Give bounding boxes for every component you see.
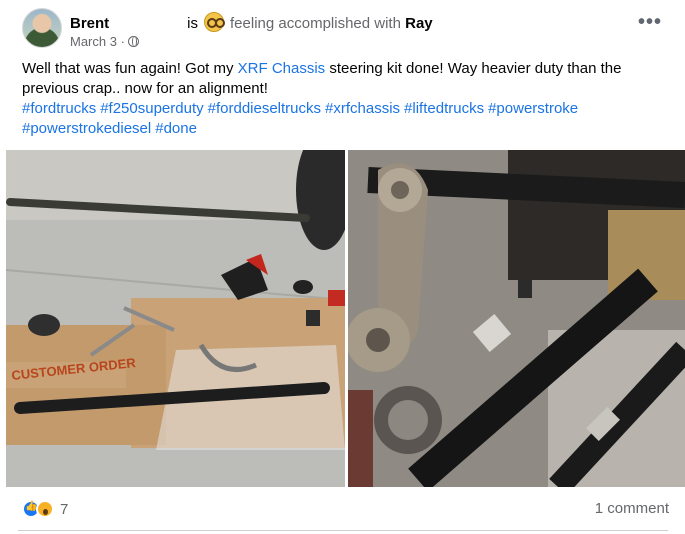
post-text-start: Well that was fun again! Got my — [22, 60, 238, 77]
reaction-summary[interactable]: 7 — [22, 500, 68, 520]
wow-reaction-icon — [36, 500, 54, 518]
redacted-surname — [115, 17, 182, 29]
globe-icon — [127, 36, 139, 47]
more-options-button[interactable]: ••• — [632, 12, 668, 40]
avatar[interactable] — [22, 8, 62, 48]
hashtag-link[interactable]: #done — [155, 120, 197, 137]
tagged-name[interactable]: Ray — [405, 15, 433, 32]
hashtag-link[interactable]: #f250superduty — [100, 100, 203, 117]
reaction-count: 7 — [60, 500, 69, 518]
hashtag-link[interactable]: #powerstroke — [488, 100, 578, 117]
post-card: Brent is feeling accomplished with Ray Mar… — [0, 0, 685, 534]
post-text: Well that was fun again! Got my XRF Chas… — [22, 59, 662, 139]
hashtag-link[interactable]: #xrfchassis — [325, 100, 400, 117]
photo-parts-on-driveway[interactable]: CUSTOMER ORDER — [6, 150, 345, 487]
hashtag-list: #fordtrucks #f250superduty #forddieseltruc… — [22, 100, 582, 137]
author-line: Brent is feeling accomplished with Ray — [70, 12, 433, 32]
hashtag-link[interactable]: #liftedtrucks — [404, 100, 484, 117]
hashtag-link[interactable]: #fordtrucks — [22, 100, 96, 117]
comment-count-link[interactable]: 1 comment — [595, 500, 669, 517]
hashtag-link[interactable]: #forddieseltrucks — [208, 100, 321, 117]
feeling-text: feeling accomplished with — [230, 15, 401, 32]
xrf-chassis-link[interactable]: XRF Chassis — [238, 60, 326, 77]
author-name[interactable]: Brent — [70, 15, 109, 32]
hashtag-link[interactable]: #powerstrokediesel — [22, 120, 151, 137]
is-text: is — [187, 15, 199, 32]
photo-grid: CUSTOMER ORDER — [6, 150, 685, 487]
nerd-emoji-icon — [204, 12, 226, 32]
post-header: Brent is feeling accomplished with Ray Mar… — [0, 0, 685, 56]
post-meta: March 3 · — [70, 34, 139, 49]
post-date[interactable]: March 3 · — [70, 34, 125, 49]
footer-divider — [18, 530, 668, 531]
photo-installed-steering[interactable] — [348, 150, 685, 487]
